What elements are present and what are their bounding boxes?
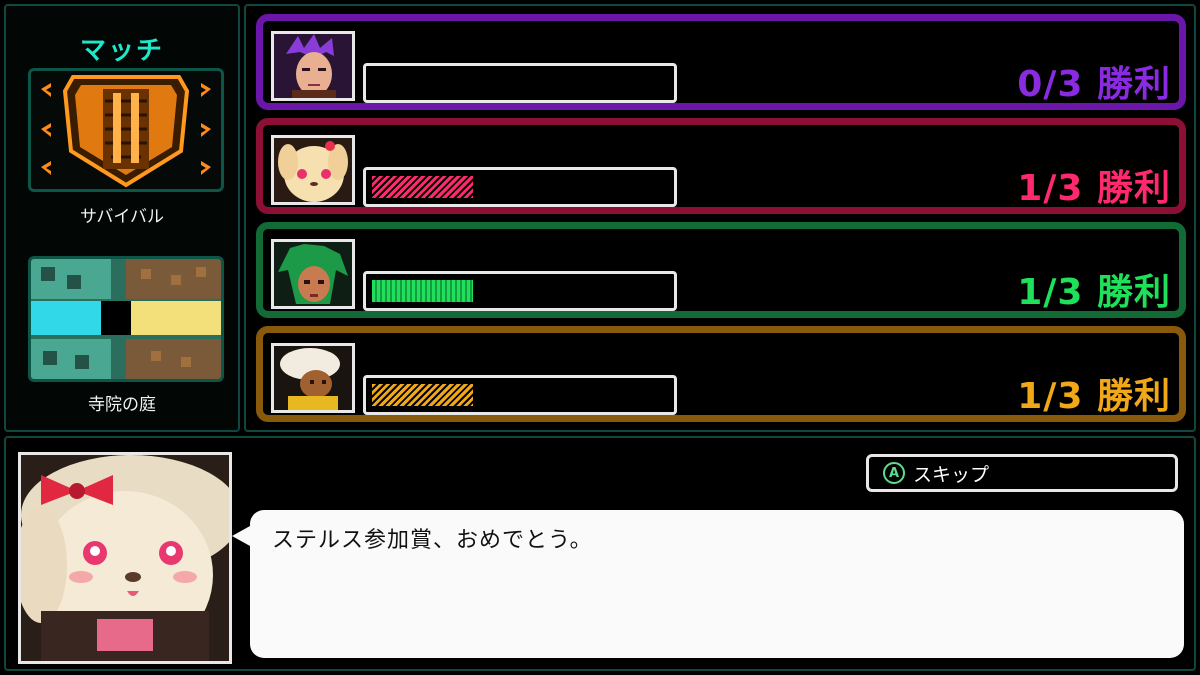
a-button-icon: A [883,462,905,484]
wins-count: 1/3 勝利 [1017,272,1171,313]
wins-count: 1/3 勝利 [1017,376,1171,417]
player-card-1: 0/3 勝利 [256,14,1186,110]
progress-bar [363,63,677,103]
map-label: 寺院の庭 [88,395,156,415]
player-list: 0/3 勝利 1/3 勝利 1/3 勝利 1/3 勝利 [244,4,1196,432]
match-title: マッチ [79,36,164,66]
progress-fill [372,176,473,198]
player-portrait [271,343,355,413]
dialog-text: ステルス参加賞、おめでとう。 [272,528,593,553]
player-portrait [271,239,355,309]
player-card-4: 1/3 勝利 [256,326,1186,422]
progress-bar [363,167,677,207]
wins-count: 1/3 勝利 [1017,168,1171,209]
match-info-panel: マッチ サバイバル 寺院の庭 [4,4,240,432]
skip-button[interactable]: A スキップ [866,454,1178,492]
player-portrait [271,135,355,205]
player-card-3: 1/3 勝利 [256,222,1186,318]
progress-bar [363,375,677,415]
mode-label: サバイバル [80,207,164,227]
progress-fill [372,280,473,302]
map-preview-image [31,259,221,379]
progress-bar [363,271,677,311]
player-portrait [271,31,355,101]
shield-icon [41,75,211,188]
mode-icon-frame [28,68,224,192]
speaker-portrait [18,452,232,664]
wins-count: 0/3 勝利 [1017,64,1171,105]
player-card-2: 1/3 勝利 [256,118,1186,214]
skip-label: スキップ [913,463,990,486]
speech-bubble: ステルス参加賞、おめでとう。 [232,510,1184,658]
map-thumbnail [28,256,224,382]
progress-fill [372,384,473,406]
speech-bubble-tail [232,526,250,546]
dialog-panel: A スキップ ステルス参加賞、おめでとう。 [4,436,1196,671]
